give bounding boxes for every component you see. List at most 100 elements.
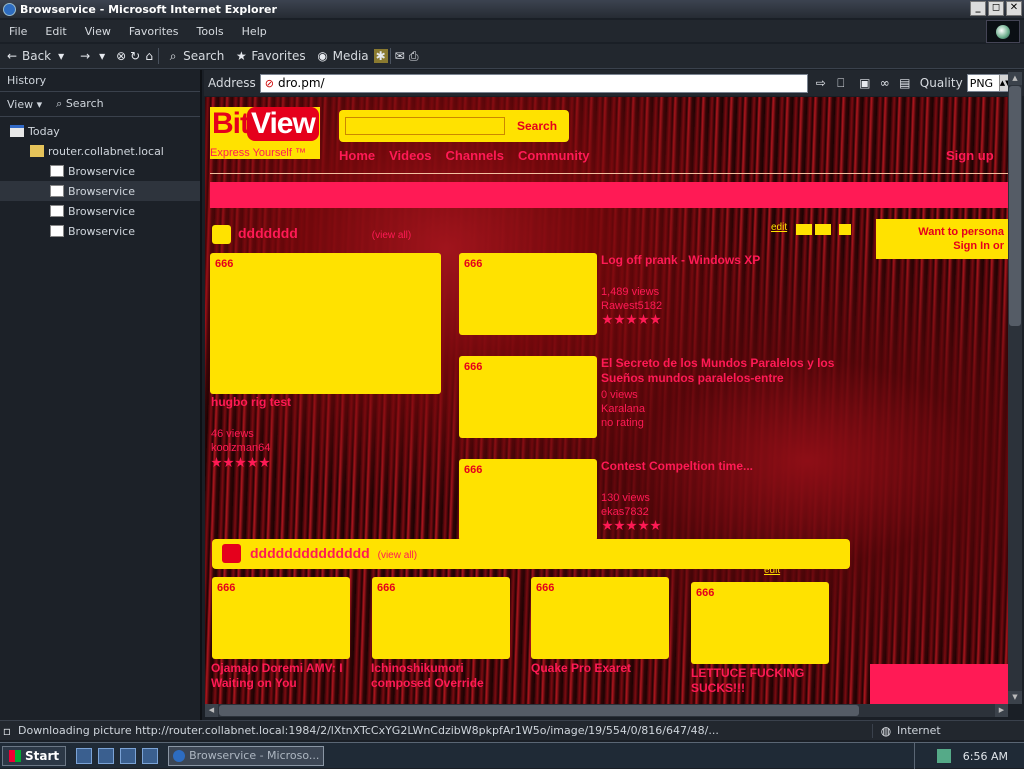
history-item-page[interactable]: Browservice [0, 201, 200, 221]
history-item-page[interactable]: Browservice [0, 181, 200, 201]
history-view-button[interactable]: View ▾ [7, 98, 42, 111]
video-title[interactable]: Ojamajo Doremi AMV: I Waiting on You [211, 661, 351, 691]
pink-promo-box[interactable] [870, 664, 1008, 704]
section2-view-all-link[interactable]: (view all) [378, 550, 417, 561]
print-icon[interactable]: ⎙ [407, 49, 421, 63]
minimize-button[interactable]: _ [970, 1, 986, 16]
layout-toggle[interactable] [815, 224, 831, 235]
menu-favorites[interactable]: Favorites [120, 25, 188, 38]
video-title[interactable]: El Secreto de los Mundos Paralelos y los… [601, 356, 841, 386]
video-title[interactable]: Contest Compeltion time... [601, 459, 841, 474]
scroll-thumb[interactable] [1009, 86, 1021, 326]
bitview-logo[interactable]: Bit View Express Yourself ™ [210, 107, 320, 159]
menu-edit[interactable]: Edit [36, 25, 75, 38]
binoculars-icon[interactable]: ∞ [878, 76, 892, 90]
scroll-up-icon[interactable]: ▲ [1008, 72, 1022, 85]
site-search-input[interactable] [345, 117, 505, 135]
scroll-right-icon[interactable]: ▶ [995, 704, 1008, 717]
home-icon[interactable]: ⌂ [142, 49, 156, 63]
divider [210, 173, 1008, 174]
go-arrow-icon[interactable]: ⇨ [814, 76, 828, 90]
video-thumbnail[interactable]: 666 [459, 253, 597, 335]
video-thumbnail[interactable]: 666 [459, 356, 597, 438]
history-item-page[interactable]: Browservice [0, 161, 200, 181]
section1-title[interactable]: ddddddd [238, 225, 298, 241]
desktop-icon[interactable] [76, 747, 93, 764]
quality-select[interactable]: PNG ▲▼ [966, 74, 1012, 92]
menu-view[interactable]: View [76, 25, 120, 38]
dropdown-arrow-icon[interactable]: ▾ [54, 49, 68, 63]
video-thumbnail[interactable]: 666 [531, 577, 669, 659]
clock[interactable]: 6:56 AM [963, 750, 1008, 763]
thumbnail-alt: 666 [217, 582, 236, 594]
start-button[interactable]: Start [2, 745, 67, 766]
nav-videos[interactable]: Videos [389, 148, 431, 163]
close-button[interactable]: ✕ [1006, 1, 1022, 16]
thumbnail-alt: 666 [696, 587, 715, 599]
address-input[interactable]: ⊘ dro.pm/ [259, 73, 808, 93]
site-search-button[interactable]: Search [517, 119, 557, 133]
video-user[interactable]: koolzman64 [211, 441, 270, 455]
mail-icon[interactable]: ✉ [393, 49, 407, 63]
horizontal-scrollbar[interactable]: ◀ ▶ [205, 704, 1008, 717]
section1-view-all-link[interactable]: (view all) [372, 230, 411, 241]
nav-community[interactable]: Community [518, 148, 590, 163]
video-title[interactable]: Ichinoshikumori composed Override [371, 661, 511, 691]
web-content[interactable]: Bit View Express Yourself ™ Search Home … [205, 97, 1008, 704]
back-button[interactable]: ← Back ▾ [0, 49, 73, 63]
video-user[interactable]: Karalana [601, 402, 645, 416]
video-title[interactable]: Log off prank - Windows XP [601, 253, 841, 268]
video-thumbnail[interactable]: 666 [212, 577, 350, 659]
explorer-icon[interactable] [142, 747, 159, 764]
window-title-bar[interactable]: Browservice - Microsoft Internet Explore… [0, 0, 1024, 18]
scroll-thumb[interactable] [219, 705, 859, 716]
refresh-icon[interactable]: ↻ [128, 49, 142, 63]
scroll-left-icon[interactable]: ◀ [205, 704, 218, 717]
section2-edit-link[interactable]: edit [764, 565, 780, 576]
history-item-site[interactable]: router.collabnet.local [0, 141, 200, 161]
nav-channels[interactable]: Channels [446, 148, 505, 163]
menu-help[interactable]: Help [233, 25, 276, 38]
media-button[interactable]: ◉ Media [311, 49, 374, 63]
layout-toggle[interactable] [796, 224, 812, 235]
forward-button[interactable]: → ▾ [73, 49, 114, 63]
video-title[interactable]: hugbo rig test [211, 395, 441, 410]
outlook-icon[interactable] [120, 747, 137, 764]
find-icon[interactable]: ▣ [858, 76, 872, 90]
favorites-button[interactable]: ★ Favorites [229, 49, 310, 63]
video-thumbnail[interactable]: 666 [372, 577, 510, 659]
clipboard-icon[interactable]: ▤ [898, 76, 912, 90]
history-search-button[interactable]: ⌕ Search [56, 97, 103, 111]
nav-sign-up[interactable]: Sign up [946, 148, 994, 163]
video-title[interactable]: LETTUCE FUCKING SUCKS!!! [691, 666, 831, 696]
scroll-down-icon[interactable]: ▼ [1008, 691, 1022, 704]
history-icon[interactable]: ✱ [373, 49, 388, 63]
stop-icon[interactable]: ⊗ [114, 49, 128, 63]
sign-in-link[interactable]: Sign In or [876, 239, 1004, 253]
video-user[interactable]: Rawest5182 [601, 299, 662, 313]
video-title[interactable]: Quake Pro Exaret [531, 661, 671, 676]
menu-file[interactable]: File [0, 25, 36, 38]
dropdown-arrow-icon[interactable]: ▾ [95, 49, 109, 63]
video-thumbnail[interactable]: 666 [210, 253, 441, 394]
menu-tools[interactable]: Tools [188, 25, 233, 38]
ie-icon[interactable] [98, 747, 115, 764]
history-item-page[interactable]: Browservice [0, 221, 200, 241]
section1-edit-link[interactable]: edit [771, 222, 787, 233]
video-thumbnail[interactable]: 666 [459, 459, 597, 541]
history-title: History [0, 70, 200, 92]
taskbar-button-browservice[interactable]: Browservice - Microso... [168, 745, 325, 766]
vertical-scrollbar[interactable]: ▲ ▼ [1008, 72, 1022, 704]
layout-toggle[interactable] [839, 224, 851, 235]
section2-title[interactable]: dddddddddddddd [250, 545, 370, 561]
network-icon[interactable] [936, 749, 951, 763]
maximize-button[interactable]: ◻ [988, 1, 1004, 16]
video-user[interactable]: ekas7832 [601, 505, 650, 519]
history-item-today[interactable]: Today [0, 121, 200, 141]
search-button[interactable]: ⌕ Search [161, 49, 229, 63]
video-thumbnail[interactable]: 666 [691, 582, 829, 664]
bookmark-icon[interactable]: ⎕ [834, 76, 848, 90]
sign-in-prompt[interactable]: Want to persona Sign In or [876, 219, 1008, 259]
window-title: Browservice - Microsoft Internet Explore… [20, 2, 277, 16]
nav-home[interactable]: Home [339, 148, 375, 163]
